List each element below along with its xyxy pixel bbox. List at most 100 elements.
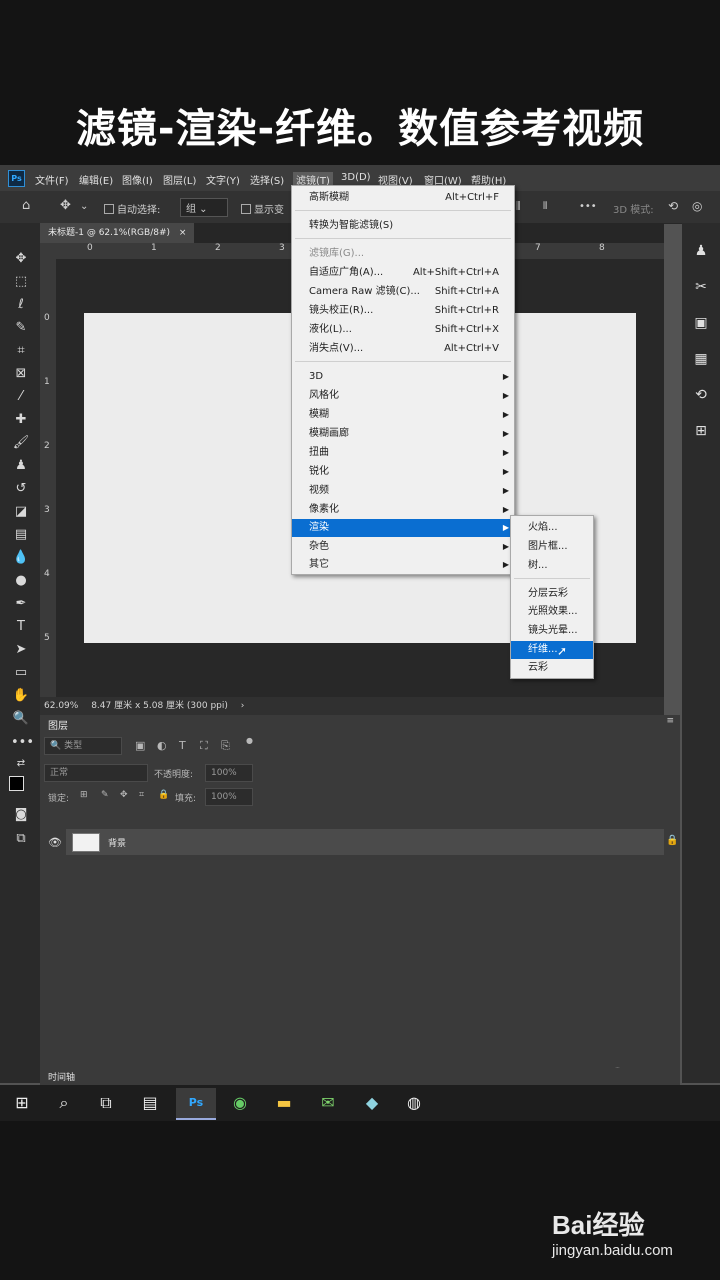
- quick-select-tool-icon[interactable]: ✎: [11, 320, 31, 335]
- pen-tool-icon[interactable]: ✒: [11, 596, 31, 611]
- panel-menu-icon[interactable]: ≡: [666, 716, 674, 726]
- menu-item-blur[interactable]: 模糊 ▶: [292, 406, 514, 424]
- zoom-level[interactable]: 62.09%: [44, 701, 78, 711]
- libraries-icon[interactable]: ▣: [689, 315, 713, 331]
- timeline-title[interactable]: 时间轴: [48, 1070, 75, 1083]
- filter-shape-icon[interactable]: ⛶: [200, 739, 208, 753]
- filter-toggle-icon[interactable]: ●: [246, 736, 253, 745]
- dodge-tool-icon[interactable]: ●: [11, 573, 31, 588]
- home-icon[interactable]: ⌂: [22, 198, 30, 213]
- menu-item-liquify[interactable]: 液化(L)... Shift+Ctrl+X: [292, 321, 514, 339]
- menu-item-blur-gallery[interactable]: 模糊画廊 ▶: [292, 425, 514, 443]
- lock-pixels-icon[interactable]: ✎: [101, 790, 109, 800]
- menu-type[interactable]: 文字(Y): [206, 172, 240, 187]
- menu-select[interactable]: 选择(S): [250, 172, 284, 187]
- menu-3d[interactable]: 3D(D): [341, 172, 371, 183]
- layers-panel-title[interactable]: 图层: [48, 717, 68, 732]
- menu-item-pixelate[interactable]: 像素化 ▶: [292, 501, 514, 519]
- menu-item-video[interactable]: 视频 ▶: [292, 482, 514, 500]
- lock-artboard-icon[interactable]: ⌗: [139, 790, 144, 800]
- frame-tool-icon[interactable]: ⊠: [11, 366, 31, 381]
- submenu-item-flame[interactable]: 火焰...: [511, 519, 593, 537]
- submenu-item-tree[interactable]: 树...: [511, 557, 593, 575]
- menu-item-render[interactable]: 渲染 ▶: [292, 519, 514, 537]
- file-explorer-icon[interactable]: ▬: [264, 1088, 304, 1118]
- eyedropper-tool-icon[interactable]: ⁄: [11, 389, 31, 404]
- refresh-app-icon[interactable]: ◉: [220, 1088, 260, 1118]
- blend-mode-dropdown[interactable]: 正常: [44, 764, 148, 782]
- layer-lock-icon[interactable]: 🔒: [666, 835, 678, 846]
- menu-item-stylize[interactable]: 风格化 ▶: [292, 387, 514, 405]
- search-icon[interactable]: ⌕: [44, 1088, 84, 1118]
- hand-tool-icon[interactable]: ✋: [11, 688, 31, 703]
- menu-item-adaptive-wide-angle[interactable]: 自适应广角(A)... Alt+Shift+Ctrl+A: [292, 264, 514, 282]
- shape-tool-icon[interactable]: ▭: [11, 665, 31, 680]
- path-select-tool-icon[interactable]: ➤: [11, 642, 31, 657]
- menu-item-3d[interactable]: 3D ▶: [292, 368, 514, 386]
- blur-tool-icon[interactable]: 💧: [11, 550, 31, 565]
- auto-select-checkbox[interactable]: 自动选择:: [104, 201, 160, 216]
- properties-icon[interactable]: ⊞: [689, 423, 713, 439]
- healing-brush-tool-icon[interactable]: ✚: [11, 412, 31, 427]
- history-brush-tool-icon[interactable]: ↺: [11, 481, 31, 496]
- wechat-icon[interactable]: ✉: [308, 1088, 348, 1118]
- filter-adjust-icon[interactable]: ◐: [157, 739, 167, 752]
- menu-item-convert-smart-filter[interactable]: 转换为智能滤镜(S): [292, 217, 514, 235]
- learn-icon[interactable]: ♟: [689, 243, 713, 259]
- menu-item-vanishing-point[interactable]: 消失点(V)... Alt+Ctrl+V: [292, 340, 514, 358]
- layer-name[interactable]: 背景: [108, 836, 126, 849]
- opacity-input[interactable]: 100%: [205, 764, 253, 782]
- menu-item-lens-correction[interactable]: 镜头校正(R)... Shift+Ctrl+R: [292, 302, 514, 320]
- zoom-tool-icon[interactable]: 🔍: [11, 711, 31, 726]
- auto-select-target-dropdown[interactable]: 组 ⌄: [180, 198, 228, 217]
- menu-item-sharpen[interactable]: 锐化 ▶: [292, 463, 514, 481]
- lasso-tool-icon[interactable]: ℓ: [11, 297, 31, 312]
- task-view-icon[interactable]: ⧉: [86, 1088, 126, 1118]
- lock-all-icon[interactable]: 🔒: [158, 790, 169, 800]
- document-tab[interactable]: 未标题-1 @ 62.1%(RGB/8#) ×: [40, 223, 195, 243]
- visibility-eye-icon[interactable]: 👁: [48, 836, 62, 849]
- screen-mode-icon[interactable]: ⧉: [11, 831, 31, 846]
- submenu-item-picture-frame[interactable]: 图片框...: [511, 538, 593, 556]
- filter-pixel-icon[interactable]: ▣: [135, 739, 145, 752]
- menu-item-noise[interactable]: 杂色 ▶: [292, 538, 514, 556]
- status-chevron-icon[interactable]: ›: [241, 701, 245, 711]
- layer-row[interactable]: 背景 🔒: [66, 829, 678, 855]
- chevron-down-icon[interactable]: ⌄: [80, 201, 88, 212]
- layer-filter-dropdown[interactable]: 🔍 类型: [44, 737, 122, 755]
- menu-item-other[interactable]: 其它 ▶: [292, 556, 514, 574]
- submenu-item-lens-flare[interactable]: 镜头光晕...: [511, 622, 593, 640]
- lock-transparent-icon[interactable]: ⊞: [80, 790, 88, 800]
- distribute-icon[interactable]: ⫴: [543, 201, 547, 212]
- filter-type-icon[interactable]: T: [179, 739, 186, 752]
- submenu-item-fibers[interactable]: 纤维... ➚: [511, 641, 593, 659]
- menu-file[interactable]: 文件(F): [35, 172, 69, 187]
- brush-tool-icon[interactable]: 🖌: [11, 435, 31, 450]
- foreground-color-swatch[interactable]: [9, 776, 24, 791]
- capture-app-icon[interactable]: ◍: [394, 1088, 434, 1118]
- gradient-tool-icon[interactable]: ▤: [11, 527, 31, 542]
- quick-mask-icon[interactable]: ◙: [11, 807, 31, 822]
- roll-3d-icon[interactable]: ◎: [692, 199, 702, 213]
- adjust-icon[interactable]: ✂: [689, 279, 713, 295]
- submenu-item-difference-clouds[interactable]: 分层云彩: [511, 585, 593, 603]
- more-options-icon[interactable]: •••: [579, 201, 597, 212]
- edit-toolbar-icon[interactable]: •••: [11, 735, 34, 750]
- move-tool-icon[interactable]: ✥: [11, 251, 31, 266]
- submenu-item-lighting-effects[interactable]: 光照效果...: [511, 603, 593, 621]
- app-window-icon[interactable]: ◆: [352, 1088, 392, 1118]
- align-icon[interactable]: ⫼: [516, 201, 521, 212]
- orbit-3d-icon[interactable]: ⟲: [668, 199, 678, 213]
- photoshop-app-icon[interactable]: Ps: [176, 1088, 216, 1120]
- close-icon[interactable]: ×: [179, 228, 187, 238]
- submenu-item-clouds[interactable]: 云彩: [511, 659, 593, 677]
- menu-item-camera-raw[interactable]: Camera Raw 滤镜(C)... Shift+Ctrl+A: [292, 283, 514, 301]
- notepad-app-icon[interactable]: ▤: [130, 1088, 170, 1118]
- lock-position-icon[interactable]: ✥: [120, 790, 128, 800]
- crop-tool-icon[interactable]: ⌗: [11, 343, 31, 358]
- stamp-tool-icon[interactable]: ♟: [11, 458, 31, 473]
- menu-edit[interactable]: 编辑(E): [79, 172, 113, 187]
- type-tool-icon[interactable]: T: [11, 619, 31, 634]
- history-icon[interactable]: ⟲: [689, 387, 713, 403]
- filter-smart-icon[interactable]: ⎘: [221, 739, 230, 753]
